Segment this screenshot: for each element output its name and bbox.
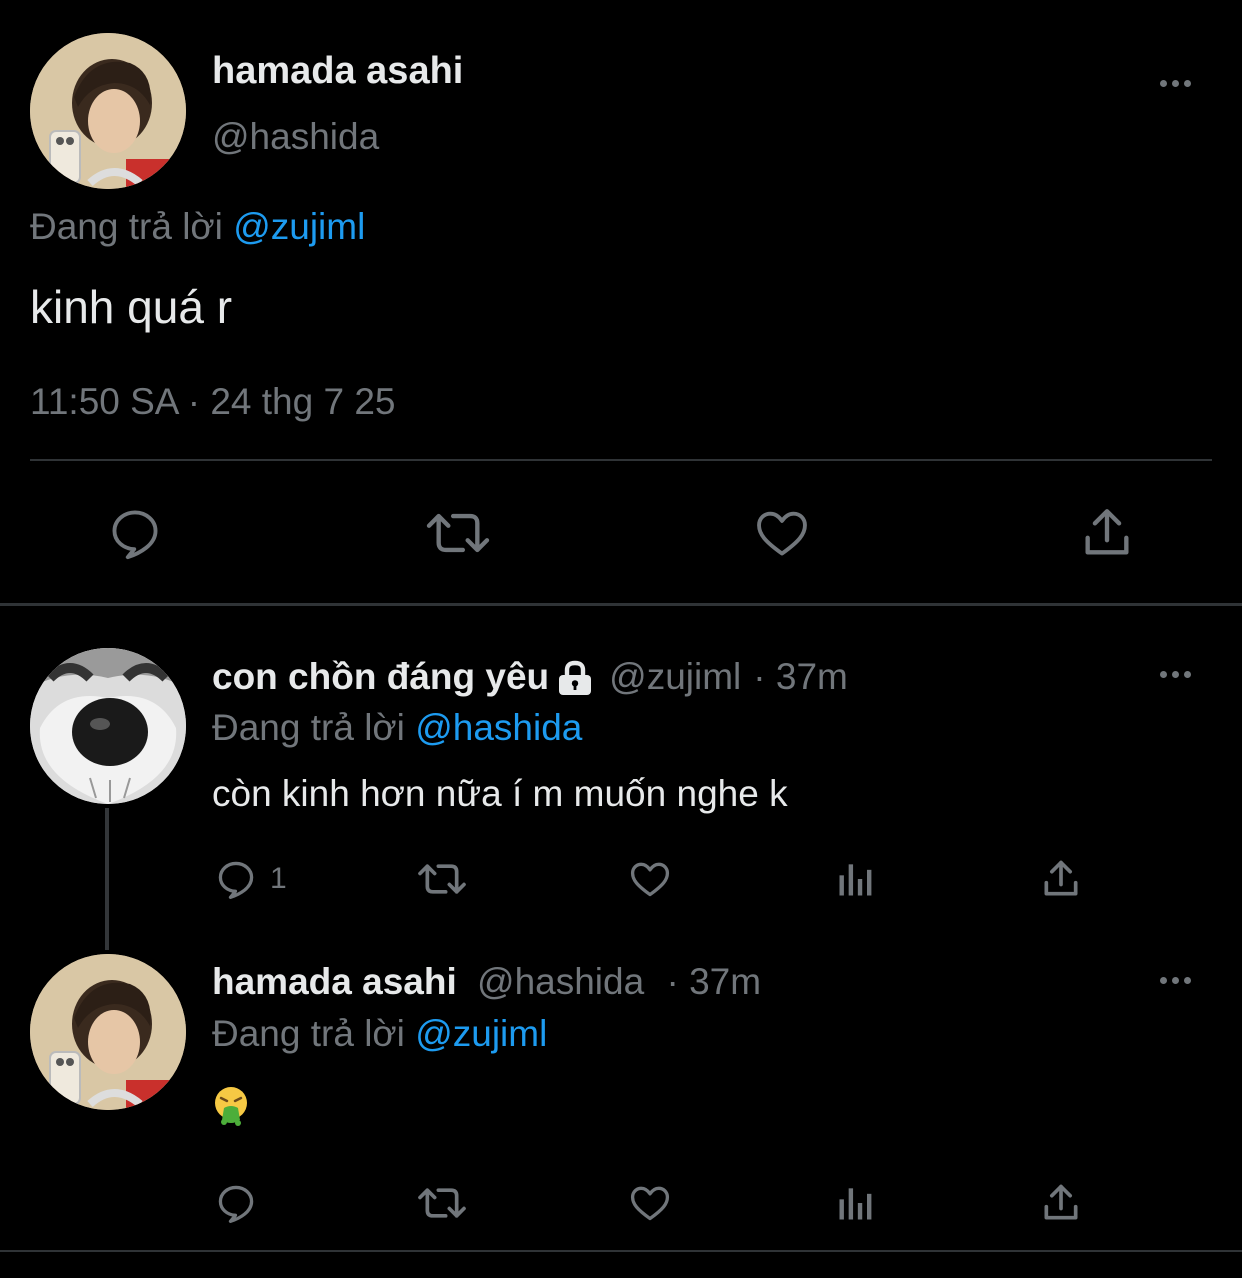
reply-button[interactable]: 1 — [214, 857, 287, 901]
share-button[interactable] — [1039, 1181, 1083, 1225]
bottom-divider — [0, 1250, 1242, 1252]
like-button[interactable] — [626, 1181, 674, 1225]
tweet-header: hamada asahi @hashida · 37m — [212, 961, 761, 1003]
divider — [30, 459, 1212, 461]
like-button[interactable] — [752, 504, 812, 562]
replying-to-link[interactable]: @zujiml — [415, 1013, 547, 1054]
dot-icon — [1172, 977, 1179, 984]
tweet-text: kinh quá r — [30, 281, 233, 333]
analytics-icon — [839, 1188, 872, 1220]
retweet-icon — [418, 864, 466, 894]
reply-icon — [218, 1185, 254, 1223]
tweet-text: 🤮 — [212, 1086, 252, 1126]
like-icon — [757, 511, 807, 556]
person-selfie-avatar-icon — [30, 954, 186, 1110]
like-icon — [630, 1186, 670, 1221]
tweet-text: còn kinh hơn nữa í m muốn nghe k — [212, 773, 788, 814]
person-selfie-avatar-icon — [30, 33, 186, 189]
tweet-time[interactable]: · 37m — [666, 961, 761, 1002]
dot-icon — [1184, 80, 1191, 87]
dot-icon — [1172, 671, 1179, 678]
reply-count: 1 — [270, 862, 287, 895]
reply-icon — [218, 861, 254, 899]
retweet-icon — [426, 513, 490, 553]
vomit-emoji-icon — [215, 1087, 247, 1126]
display-name[interactable]: hamada asahi — [212, 961, 457, 1002]
like-icon — [630, 862, 670, 897]
replying-to-link[interactable]: @hashida — [415, 707, 582, 748]
tweet-header: con chồn đáng yêu @zujiml · 37m — [212, 656, 848, 698]
thread-line — [105, 808, 109, 950]
dot-icon — [1160, 80, 1167, 87]
share-icon — [1044, 860, 1078, 896]
share-icon — [1044, 1184, 1078, 1220]
replying-prefix: Đang trả lời — [212, 1013, 405, 1054]
retweet-icon — [418, 1188, 466, 1218]
more-options-button[interactable] — [1160, 977, 1191, 984]
avatar[interactable] — [30, 648, 186, 804]
lock-icon — [555, 659, 595, 695]
reply-icon — [112, 510, 158, 560]
dot-icon — [1184, 671, 1191, 678]
raccoon-nose-avatar-icon — [30, 648, 186, 804]
analytics-icon — [839, 864, 872, 896]
retweet-button[interactable] — [416, 1181, 468, 1225]
replying-prefix: Đang trả lời — [30, 206, 223, 247]
handle[interactable]: @hashida — [212, 116, 379, 158]
views-button[interactable] — [834, 857, 878, 901]
avatar[interactable] — [30, 954, 186, 1110]
handle[interactable]: @zujiml — [609, 656, 741, 698]
tweet-time[interactable]: · 37m — [753, 656, 848, 698]
replying-to-link[interactable]: @zujiml — [233, 206, 365, 247]
display-name[interactable]: hamada asahi — [212, 50, 463, 93]
replying-to-line: Đang trả lời @zujiml — [30, 206, 365, 248]
replying-to-line: Đang trả lời @hashida — [212, 707, 582, 749]
avatar[interactable] — [30, 33, 186, 189]
retweet-button[interactable] — [424, 504, 492, 562]
vomit-emoji: 🤮 — [212, 1086, 215, 1088]
reply-button[interactable] — [214, 1181, 258, 1225]
timestamp[interactable]: 11:50 SA · 24 thg 7 25 — [30, 381, 395, 423]
dot-icon — [1184, 977, 1191, 984]
section-divider — [0, 603, 1242, 606]
reply-button[interactable] — [106, 504, 164, 562]
dot-icon — [1172, 80, 1179, 87]
handle[interactable]: @hashida — [477, 961, 644, 1002]
share-button[interactable] — [1039, 857, 1083, 901]
dot-icon — [1160, 977, 1167, 984]
retweet-button[interactable] — [416, 857, 468, 901]
share-button[interactable] — [1078, 504, 1136, 562]
dot-icon — [1160, 671, 1167, 678]
views-button[interactable] — [834, 1181, 878, 1225]
replying-prefix: Đang trả lời — [212, 707, 405, 748]
share-icon — [1085, 509, 1129, 555]
more-options-button[interactable] — [1160, 671, 1191, 678]
display-name[interactable]: con chồn đáng yêu — [212, 656, 549, 698]
replying-to-line: Đang trả lời @zujiml — [212, 1013, 547, 1055]
like-button[interactable] — [626, 857, 674, 901]
more-options-button[interactable] — [1160, 80, 1191, 87]
